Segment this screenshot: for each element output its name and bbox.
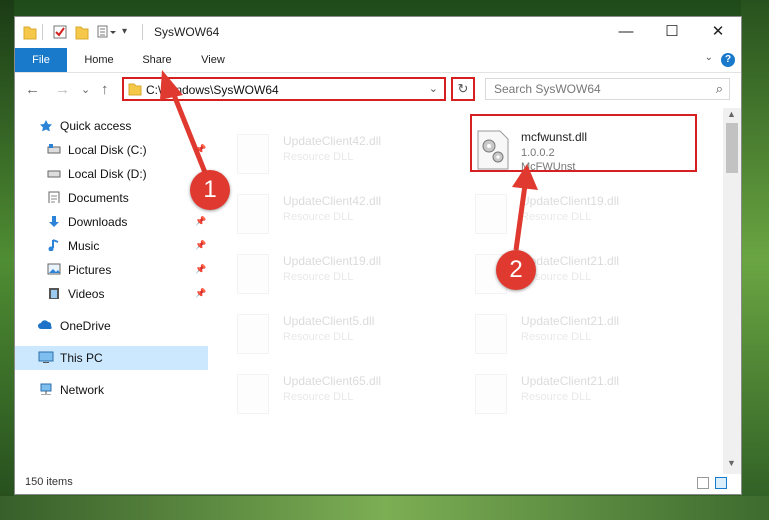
step-1-badge: 1 bbox=[190, 170, 230, 210]
annotation-arrows bbox=[160, 70, 538, 251]
step-2-badge: 2 bbox=[496, 250, 536, 290]
